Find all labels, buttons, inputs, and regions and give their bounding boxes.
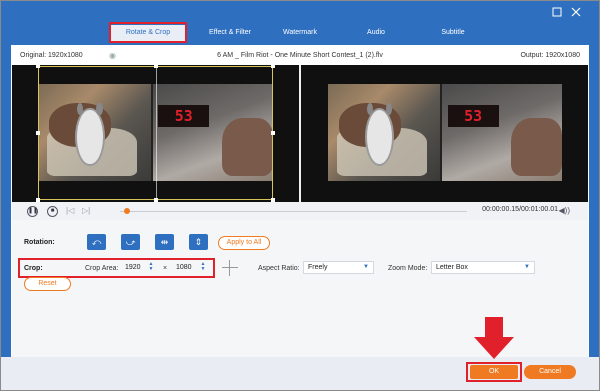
next-frame-icon[interactable]: ▷|	[82, 206, 90, 215]
video-info-bar: Original: 1920x1080 ◉ 6 AM _ Film Riot -…	[12, 47, 588, 65]
crop-guide-line	[156, 66, 157, 200]
aspect-ratio-value: Freely	[308, 264, 328, 271]
output-video-frame: 53	[328, 84, 562, 181]
reset-button[interactable]: Reset	[24, 277, 71, 291]
preview-divider	[299, 65, 301, 202]
crop-handle-top-left[interactable]	[36, 64, 40, 68]
playback-controls: ❚❚ ■ |◁ ▷| 00:00:00.15/00:01:00.01 ◀))	[12, 202, 588, 220]
pause-icon[interactable]: ❚❚	[27, 206, 38, 217]
crop-handle-top-right[interactable]	[271, 64, 275, 68]
zoom-mode-select[interactable]: Letter Box ▼	[431, 261, 535, 274]
output-resolution: Output: 1920x1080	[520, 52, 580, 59]
left-border-strip	[1, 45, 11, 357]
tab-watermark[interactable]: Watermark	[273, 25, 327, 41]
time-display: 00:00:00.15/00:01:00.01	[482, 206, 558, 213]
crop-label: Crop:	[24, 265, 43, 272]
close-icon[interactable]	[570, 6, 582, 18]
aspect-ratio-select[interactable]: Freely ▼	[303, 261, 374, 274]
rotate-left-icon[interactable]: ⤺	[87, 234, 106, 250]
flip-vertical-icon[interactable]: ⇕	[189, 234, 208, 250]
zoom-mode-value: Letter Box	[436, 264, 468, 271]
crop-handle-right[interactable]	[271, 131, 275, 135]
previous-frame-icon[interactable]: |◁	[66, 206, 74, 215]
output-scene-digital-clock-shot: 53	[440, 84, 562, 181]
progress-track[interactable]	[120, 211, 467, 212]
crop-area-label: Crop Area:	[85, 265, 119, 272]
right-border-strip	[589, 45, 599, 357]
rotate-right-icon[interactable]: ⤻	[121, 234, 140, 250]
rotation-label: Rotation:	[24, 239, 55, 246]
ok-highlight-box	[466, 362, 522, 382]
flip-horizontal-icon[interactable]: ⇹	[155, 234, 174, 250]
times-sign: ×	[163, 265, 168, 272]
playhead[interactable]	[123, 208, 130, 214]
minimize-icon[interactable]	[551, 6, 563, 18]
cancel-button[interactable]: Cancel	[524, 365, 576, 379]
zoom-mode-label: Zoom Mode:	[388, 265, 428, 272]
stop-icon[interactable]: ■	[47, 206, 58, 217]
chevron-down-icon: ▼	[524, 264, 530, 270]
crop-width-spinner[interactable]: ▲ ▼	[148, 262, 154, 272]
file-name: 6 AM _ Film Riot - One Minute Short Cont…	[217, 52, 383, 59]
crop-height-spinner[interactable]: ▲ ▼	[200, 262, 206, 272]
output-clock-digits: 53	[447, 105, 499, 127]
tab-highlight-box	[109, 22, 187, 43]
crop-handle-left[interactable]	[36, 131, 40, 135]
tab-audio[interactable]: Audio	[352, 25, 400, 41]
red-arrow-annotation	[474, 317, 514, 359]
crop-handle-top[interactable]	[154, 64, 158, 68]
tab-subtitle[interactable]: Subtitle	[426, 25, 480, 41]
center-crop-icon[interactable]	[222, 260, 238, 276]
apply-to-all-button[interactable]: Apply to All	[218, 236, 270, 250]
output-scene-clock-shot	[328, 84, 441, 181]
tab-effect-filter[interactable]: Effect & Filter	[200, 25, 260, 41]
chevron-down-icon: ▼	[363, 264, 369, 270]
aspect-ratio-label: Aspect Ratio:	[258, 265, 300, 272]
volume-icon[interactable]: ◀))	[559, 206, 570, 215]
